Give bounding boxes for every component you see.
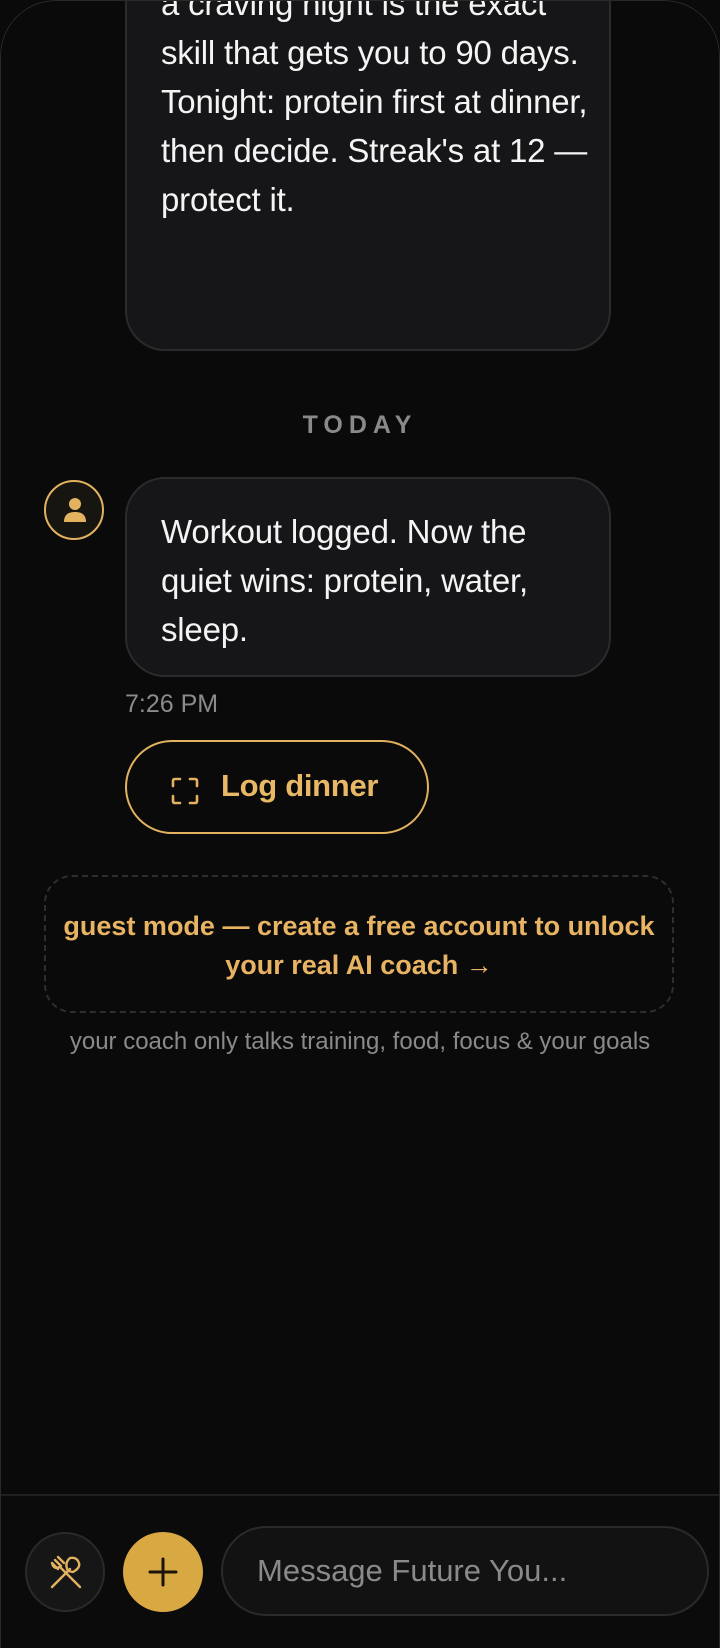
person-icon	[64, 498, 86, 522]
coach-avatar	[44, 480, 104, 540]
coach-message-bubble: healthy band. Holding through a craving …	[125, 0, 611, 351]
day-separator: TODAY	[302, 411, 418, 439]
chat-screen: healthy band. Holding through a craving …	[0, 0, 720, 1648]
food-log-button[interactable]	[25, 1532, 105, 1612]
message-text: Workout logged. Now the quiet wins: prot…	[161, 513, 528, 648]
message-text: healthy band. Holding through a craving …	[161, 0, 588, 218]
scan-frame-icon	[171, 777, 199, 805]
coach-message-bubble: Workout logged. Now the quiet wins: prot…	[125, 477, 611, 677]
plus-icon	[148, 1557, 178, 1587]
utensils-icon	[50, 1555, 82, 1589]
coach-scope-footnote: your coach only talks training, food, fo…	[69, 1028, 651, 1055]
message-input[interactable]	[221, 1526, 709, 1616]
message-composer	[0, 1494, 720, 1648]
guest-banner-text: guest mode — create a free account to un…	[63, 911, 655, 980]
guest-mode-banner[interactable]: guest mode — create a free account to un…	[44, 875, 674, 1013]
message-timestamp: 7:26 PM	[125, 690, 219, 718]
log-dinner-label: Log dinner	[221, 768, 379, 803]
log-dinner-button[interactable]: Log dinner	[125, 740, 429, 834]
add-button[interactable]	[123, 1532, 203, 1612]
